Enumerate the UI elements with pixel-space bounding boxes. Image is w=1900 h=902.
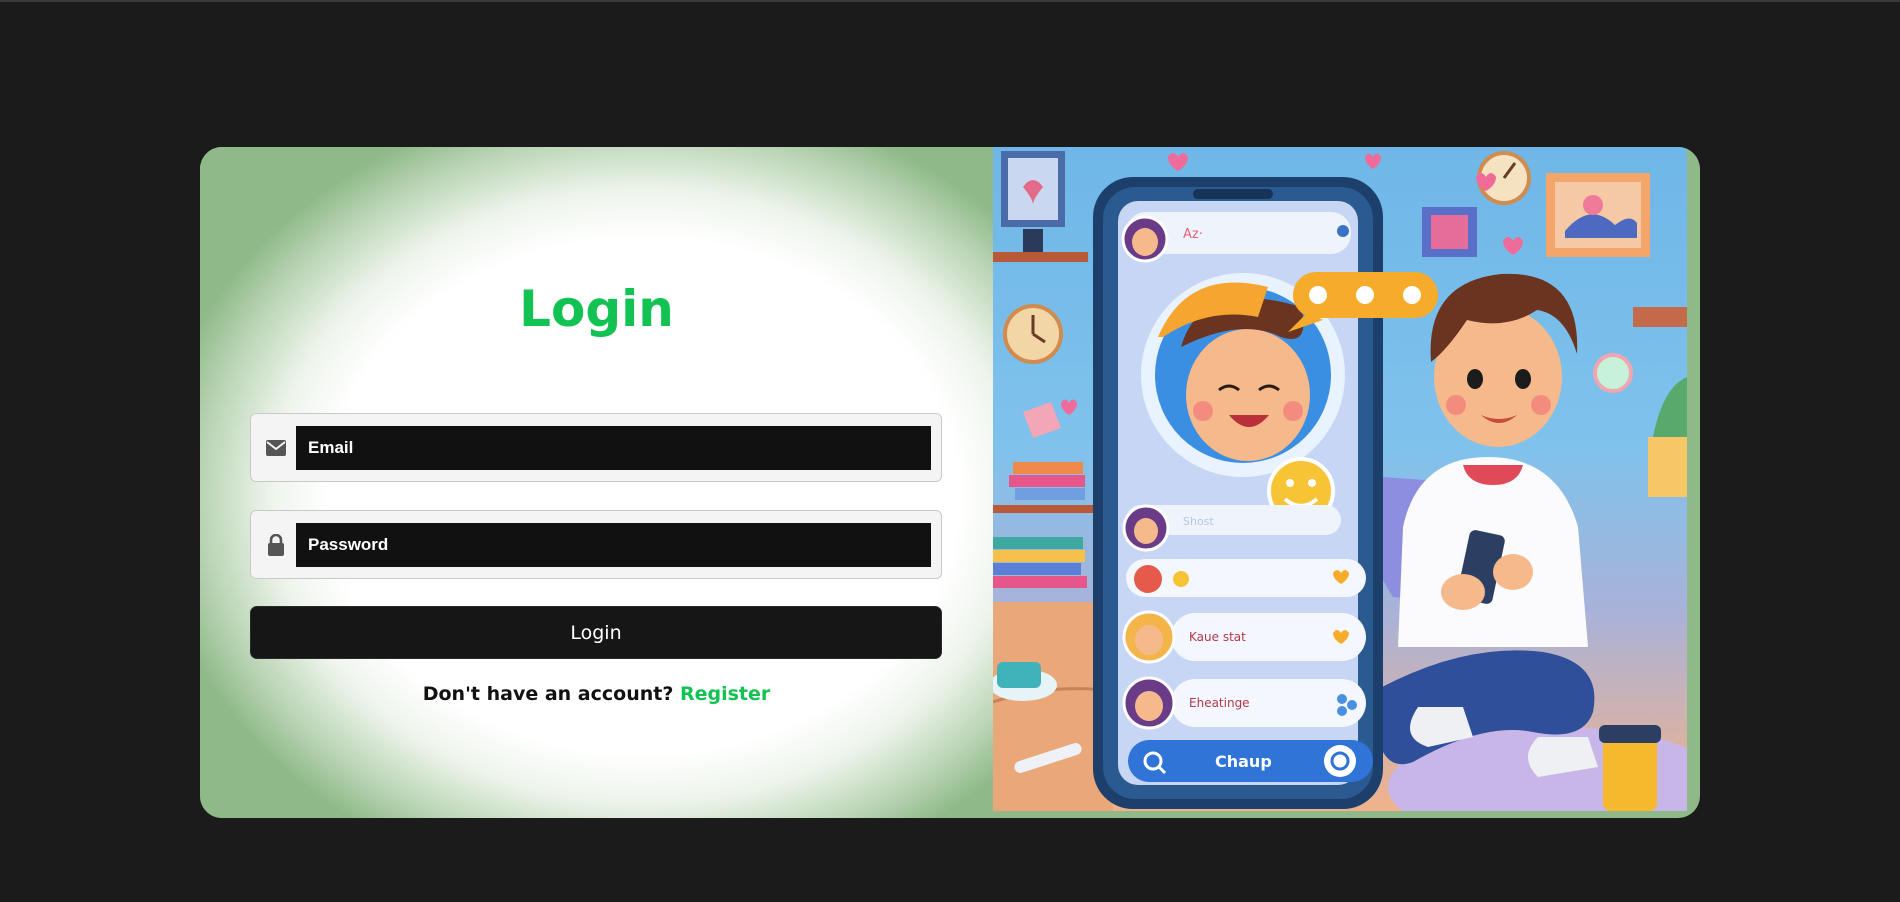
illustration-scene: Az· Shost Kaue stat Eheatinge Chaup <box>993 151 1687 811</box>
auth-card: Login Login Don't have an account? <box>200 147 1700 818</box>
chat-illustration: Az· Shost Kaue stat Eheatinge Chaup <box>993 147 1687 811</box>
phone-bottom-bar-label: Chaup <box>1215 752 1272 771</box>
book-stack <box>993 462 1087 588</box>
email-field <box>250 413 942 482</box>
chat-row-2 <box>1126 559 1366 597</box>
password-input[interactable] <box>296 523 931 567</box>
chat-row-4-name: Eheatinge <box>1189 696 1250 710</box>
top-border <box>0 0 1900 2</box>
register-link[interactable]: Register <box>680 683 770 705</box>
wall-shelf-left <box>993 252 1088 262</box>
chat-row-3-name: Kaue stat <box>1189 630 1246 644</box>
chat-row-1-name: Shost <box>1183 515 1214 528</box>
phone-header-name: Az· <box>1183 227 1203 242</box>
envelope-icon <box>262 414 290 481</box>
register-prompt: Don't have an account? Register <box>200 683 993 705</box>
email-input[interactable] <box>296 426 931 470</box>
boy-character <box>1370 273 1687 811</box>
yellow-thermos <box>1603 737 1657 811</box>
login-panel: Login Login Don't have an account? <box>200 147 993 818</box>
password-field <box>250 510 942 579</box>
desk-lamp <box>1023 402 1061 438</box>
lock-icon <box>262 511 290 578</box>
login-button[interactable]: Login <box>250 606 942 659</box>
register-prompt-text: Don't have an account? <box>422 683 674 705</box>
login-title: Login <box>519 280 674 338</box>
